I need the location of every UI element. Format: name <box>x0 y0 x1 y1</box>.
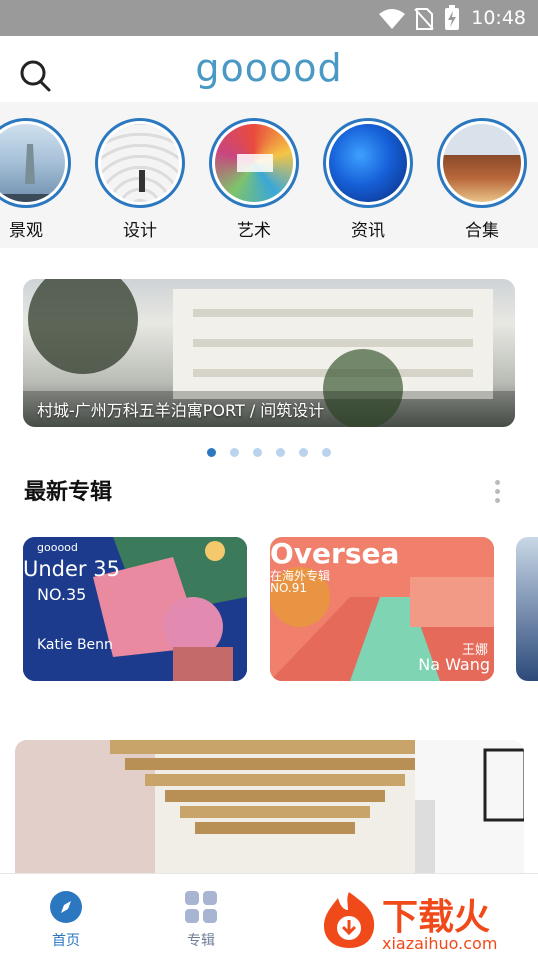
category-label: 设计 <box>123 221 157 241</box>
flame-icon <box>324 892 375 948</box>
carousel-dot[interactable] <box>299 448 308 457</box>
carousel-dot[interactable] <box>276 448 285 457</box>
category-label: 艺术 <box>237 221 271 241</box>
category-art[interactable]: 艺术 <box>208 118 300 241</box>
tab-home[interactable]: 首页 <box>26 890 106 950</box>
category-collection[interactable]: 合集 <box>436 118 528 241</box>
category-art-image <box>215 124 293 202</box>
featured-banner[interactable]: 村城-广州万科五羊泊寓PORT / 间筑设计 <box>23 279 515 427</box>
app-logo: gooood <box>195 46 343 90</box>
watermark-logo: 下载火 xiazaihuo.com <box>318 888 534 954</box>
tab-albums-label: 专辑 <box>187 933 215 949</box>
battery-icon <box>445 5 459 30</box>
category-label: 合集 <box>465 221 499 241</box>
album-author: Na Wang <box>418 655 490 674</box>
category-landscape-image <box>0 124 65 202</box>
app-header: gooood <box>0 36 538 102</box>
category-collection-image <box>443 124 521 202</box>
banner-caption: 村城-广州万科五羊泊寓PORT / 间筑设计 <box>37 401 325 420</box>
carousel-dot[interactable] <box>230 448 239 457</box>
feed-card-image <box>15 740 524 890</box>
category-news-image <box>329 124 407 202</box>
album-brand: gooood <box>37 541 78 554</box>
category-news[interactable]: 资讯 <box>322 118 414 241</box>
watermark-brand: 下载火 <box>382 897 491 938</box>
category-design-image <box>101 124 179 202</box>
album-author: Katie Benn <box>37 637 113 653</box>
grid-icon <box>185 891 217 923</box>
album-number: NO.35 <box>37 585 87 604</box>
album-title: Oversea <box>270 537 400 570</box>
feed-card[interactable] <box>15 740 524 890</box>
carousel-dot[interactable] <box>207 448 216 457</box>
category-label: 资讯 <box>351 221 385 241</box>
no-sim-icon <box>414 8 434 30</box>
section-title: 最新专辑 <box>24 480 113 505</box>
more-options-icon[interactable] <box>493 480 501 506</box>
category-label: 景观 <box>9 221 43 241</box>
clock: 10:48 <box>471 7 526 29</box>
tab-albums[interactable]: 专辑 <box>161 890 241 950</box>
carousel-dot[interactable] <box>322 448 331 457</box>
category-strip: 景观 设计 艺术 资讯 合集 <box>0 102 538 248</box>
status-bar: 10:48 <box>0 0 538 36</box>
carousel-dots <box>0 442 538 461</box>
album-number: NO.91 <box>270 581 308 595</box>
category-design[interactable]: 设计 <box>94 118 186 241</box>
carousel-dot[interactable] <box>253 448 262 457</box>
album-card-partial[interactable] <box>516 537 538 681</box>
compass-icon <box>50 891 82 923</box>
watermark-url: xiazaihuo.com <box>382 934 498 953</box>
tab-home-label: 首页 <box>52 933 80 949</box>
wifi-icon <box>379 9 405 29</box>
album-title: Under 35 <box>23 557 120 581</box>
category-landscape[interactable]: 景观 <box>0 118 72 241</box>
album-card-oversea[interactable]: Oversea 在海外专辑 NO.91 王娜 Na Wang <box>270 537 494 681</box>
album-card-under35[interactable]: gooood Under 35 NO.35 Katie Benn <box>23 537 247 681</box>
